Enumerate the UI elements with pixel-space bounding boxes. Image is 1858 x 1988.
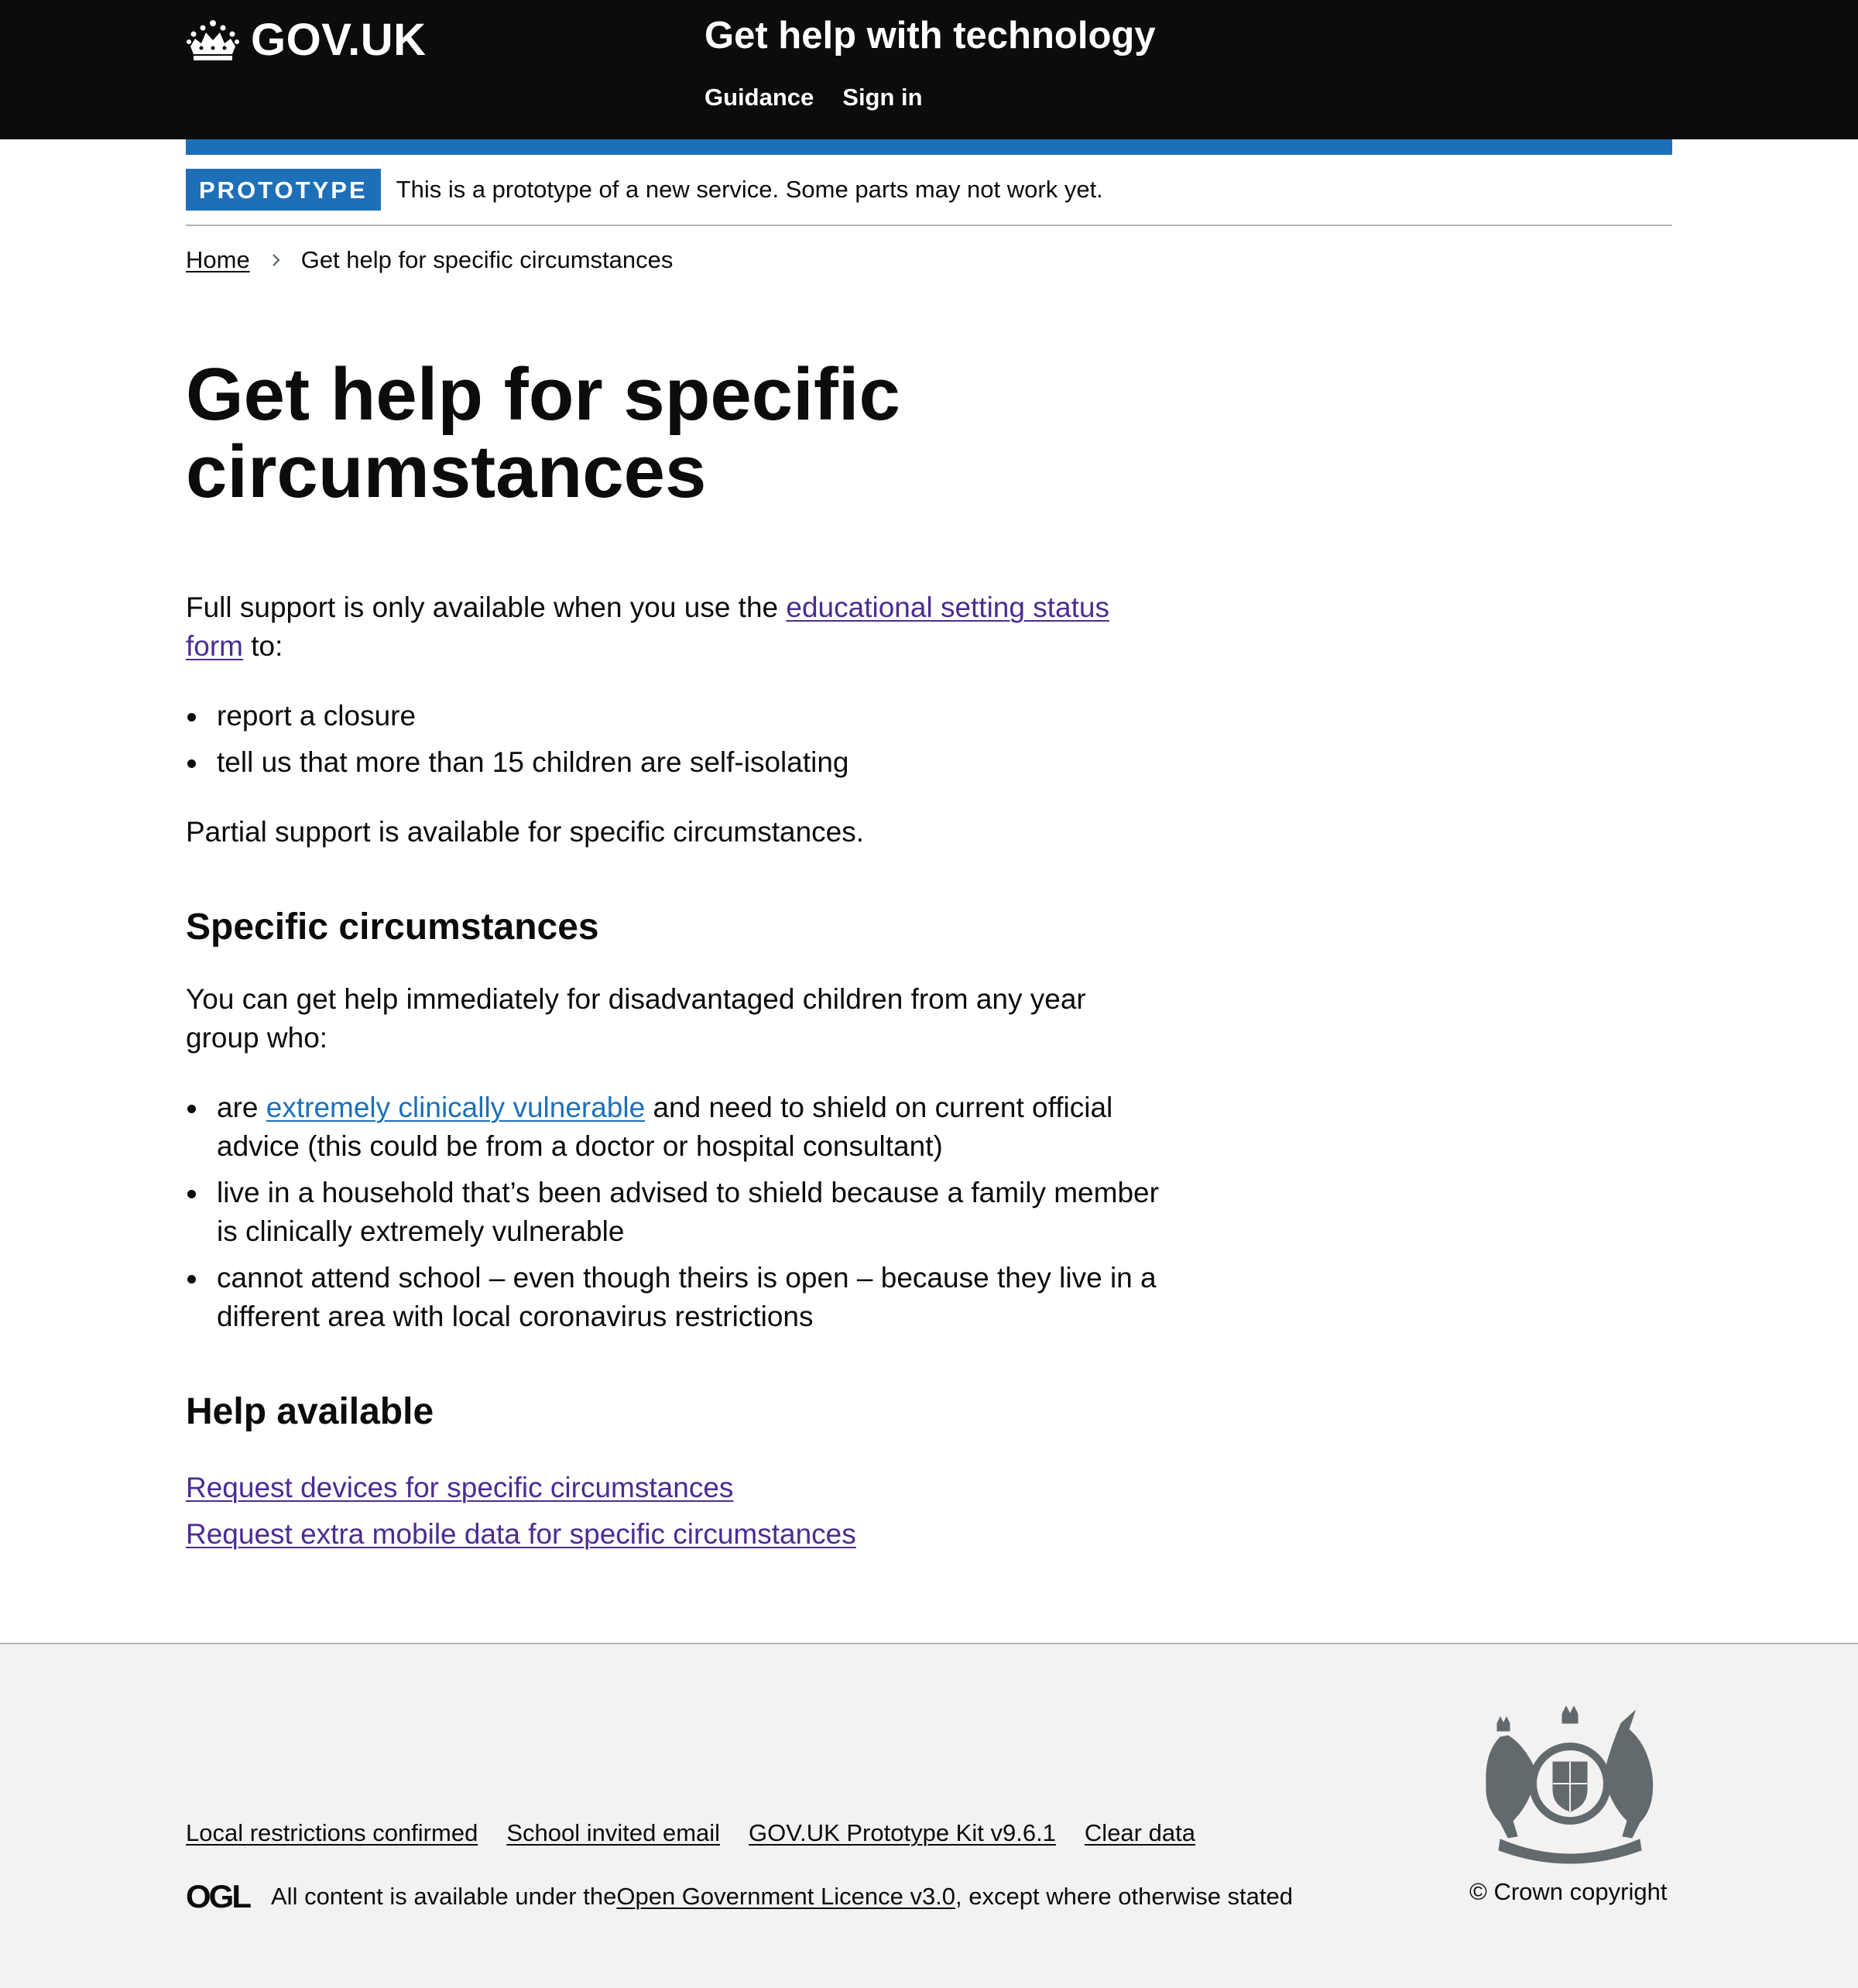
govuk-logo-link[interactable]: GOV.UK (186, 14, 426, 66)
intro-text-before: Full support is only available when you … (186, 591, 787, 623)
crown-copyright: © Crown copyright (1469, 1878, 1668, 1905)
crown-icon (187, 19, 239, 60)
list-item: cannot attend school – even though their… (186, 1259, 1161, 1336)
specific-circumstances-heading: Specific circumstances (186, 907, 599, 948)
ogl-logo: OGL (186, 1878, 252, 1914)
intro-paragraph: Full support is only available when you … (186, 588, 1161, 666)
main-content: Get help for specific circumstances Full… (186, 356, 1161, 1558)
breadcrumb-current: Get help for specific circumstances (300, 246, 674, 273)
phase-tag: PROTOTYPE (186, 169, 381, 211)
breadcrumb-home-link[interactable]: Home (186, 246, 250, 274)
service-name-link[interactable]: Get help with technology (704, 14, 1156, 57)
footer-link-clear-data[interactable]: Clear data (1085, 1819, 1195, 1847)
list-item: report a closure (186, 697, 1161, 735)
logo-text: GOV.UK (251, 15, 427, 65)
extremely-clinically-vulnerable-link[interactable]: extremely clinically vulnerable (266, 1092, 645, 1123)
item-text-before: are (217, 1092, 266, 1123)
header-navigation: Guidance Sign in (704, 84, 923, 111)
nav-guidance-link[interactable]: Guidance (704, 84, 814, 111)
list-item: live in a household that’s been advised … (186, 1174, 1161, 1251)
list-item: tell us that more than 15 children are s… (186, 743, 1161, 782)
request-mobile-data-link[interactable]: Request extra mobile data for specific c… (186, 1511, 1161, 1558)
footer-links: Local restrictions confirmed School invi… (186, 1819, 1195, 1847)
page-title: Get help for specific circumstances (186, 353, 900, 513)
site-header: GOV.UK Get help with technology Guidance… (0, 0, 1858, 139)
footer-link-school-invited-email[interactable]: School invited email (506, 1819, 720, 1847)
request-devices-link[interactable]: Request devices for specific circumstanc… (186, 1465, 1161, 1511)
full-support-list: report a closure tell us that more than … (186, 697, 1161, 782)
phase-banner: PROTOTYPE This is a prototype of a new s… (186, 155, 1672, 226)
specific-circumstances-list: are extremely clinically vulnerable and … (186, 1088, 1161, 1336)
open-government-licence-link[interactable]: Open Government Licence v3.0 (616, 1883, 955, 1911)
phase-banner-text: This is a prototype of a new service. So… (396, 176, 1103, 203)
specific-intro-paragraph: You can get help immediately for disadva… (186, 983, 1086, 1054)
licence-text-after: , except where otherwise stated (955, 1883, 1293, 1910)
site-footer: Local restrictions confirmed School invi… (0, 1643, 1858, 1988)
licence-statement: OGL All content is available under the O… (186, 1878, 1293, 1915)
footer-link-prototype-kit[interactable]: GOV.UK Prototype Kit v9.6.1 (749, 1819, 1056, 1847)
royal-coat-of-arms-icon (1486, 1706, 1654, 1864)
intro-text-after: to: (243, 630, 283, 662)
help-available-heading: Help available (186, 1391, 434, 1432)
list-item: are extremely clinically vulnerable and … (186, 1088, 1161, 1166)
header-blue-bar (186, 139, 1672, 155)
footer-link-local-restrictions[interactable]: Local restrictions confirmed (186, 1819, 478, 1847)
nav-sign-in-link[interactable]: Sign in (842, 84, 922, 111)
licence-text-before: All content is available under the (271, 1883, 617, 1910)
chevron-right-icon (272, 254, 280, 266)
help-links: Request devices for specific circumstanc… (186, 1465, 1161, 1558)
breadcrumb: Home Get help for specific circumstances (186, 246, 673, 274)
partial-support-paragraph: Partial support is available for specifi… (186, 816, 865, 848)
